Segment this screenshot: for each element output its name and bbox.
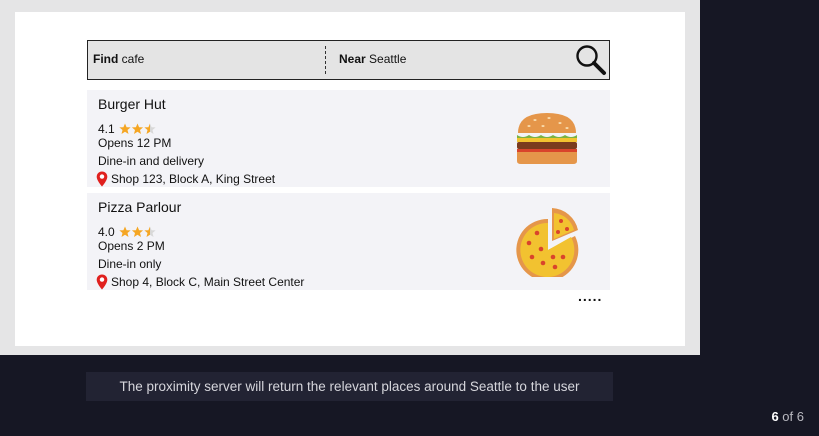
place-hours: Opens 12 PM	[98, 136, 172, 150]
slide-pager: 6 of 6	[771, 409, 804, 424]
place-name: Pizza Parlour	[98, 199, 182, 215]
address-text: Shop 123, Block A, King Street	[111, 172, 276, 186]
burger-icon	[517, 113, 577, 164]
place-address: Shop 4, Block C, Main Street Center	[96, 274, 304, 290]
more-results-indicator: .....	[578, 288, 603, 304]
pizza-icon	[516, 208, 579, 277]
search-bar[interactable]: Find cafe Near Seattle	[87, 40, 610, 80]
place-address: Shop 123, Block A, King Street	[96, 171, 275, 187]
near-value: Seattle	[369, 52, 407, 66]
star-rating-icon	[119, 123, 156, 134]
pager-current: 6	[771, 409, 779, 424]
pager-separator: of	[782, 409, 794, 424]
rating-value: 4.0	[98, 225, 115, 239]
near-label: Near	[339, 52, 366, 66]
search-divider	[325, 46, 326, 74]
result-card[interactable]: Pizza Parlour 4.0 Opens 2 PM Dine-in onl…	[87, 193, 610, 290]
slide-caption: The proximity server will return the rel…	[86, 372, 613, 401]
rating-value: 4.1	[98, 122, 115, 136]
find-field[interactable]: Find cafe	[93, 41, 144, 78]
slide-frame: Find cafe Near Seattle Burger Hut 4.1 Op…	[0, 0, 700, 355]
near-field[interactable]: Near Seattle	[339, 41, 406, 78]
place-service: Dine-in and delivery	[98, 154, 205, 168]
find-label: Find	[93, 52, 119, 66]
location-pin-icon	[96, 274, 108, 290]
star-rating-icon	[119, 226, 156, 237]
address-text: Shop 4, Block C, Main Street Center	[111, 275, 305, 289]
pager-total: 6	[796, 409, 804, 424]
place-service: Dine-in only	[98, 257, 162, 271]
location-pin-icon	[96, 171, 108, 187]
find-value: cafe	[121, 52, 145, 66]
slide: Find cafe Near Seattle Burger Hut 4.1 Op…	[15, 12, 685, 346]
place-name: Burger Hut	[98, 96, 166, 112]
search-icon[interactable]	[575, 44, 607, 76]
place-rating: 4.0	[98, 225, 157, 239]
place-rating: 4.1	[98, 122, 157, 136]
result-card[interactable]: Burger Hut 4.1 Opens 12 PM Dine-in and d…	[87, 90, 610, 187]
place-hours: Opens 2 PM	[98, 239, 165, 253]
